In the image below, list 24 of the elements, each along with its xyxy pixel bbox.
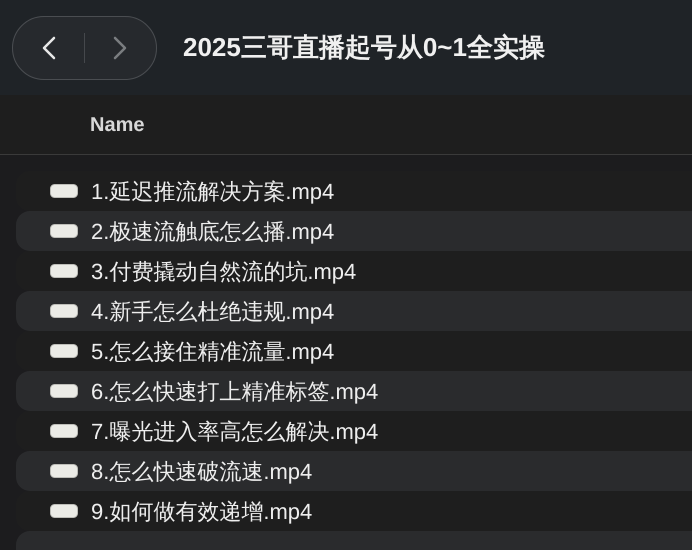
file-name: 8.怎么快速破流速.mp4 [91,458,312,486]
video-file-icon [50,224,78,238]
video-file-icon [50,344,78,358]
video-file-icon [50,264,78,278]
video-file-icon [50,464,78,478]
window-title: 2025三哥直播起号从0~1全实操 [183,31,545,64]
file-name: 2.极速流触底怎么播.mp4 [91,218,334,246]
video-file-icon [50,504,78,518]
file-name: 9.如何做有效递增.mp4 [91,498,312,526]
file-name: 1.延迟推流解决方案.mp4 [91,178,334,206]
file-row[interactable]: 2.极速流触底怎么播.mp4 [16,211,692,251]
file-row[interactable]: 8.怎么快速破流速.mp4 [16,451,692,491]
video-file-icon [50,384,78,398]
file-name: 4.新手怎么杜绝违规.mp4 [91,298,334,326]
file-name: 5.怎么接住精准流量.mp4 [91,338,334,366]
file-name: 7.曝光进入率高怎么解决.mp4 [91,418,378,446]
file-row[interactable]: 6.怎么快速打上精准标签.mp4 [16,371,692,411]
video-file-icon [50,424,78,438]
video-file-icon [50,304,78,318]
file-row[interactable]: 4.新手怎么杜绝违规.mp4 [16,291,692,331]
file-name: 6.怎么快速打上精准标签.mp4 [91,378,378,406]
file-name: 3.付费撬动自然流的坑.mp4 [91,258,356,286]
column-header[interactable]: Name [90,110,144,140]
video-file-icon [50,184,78,198]
